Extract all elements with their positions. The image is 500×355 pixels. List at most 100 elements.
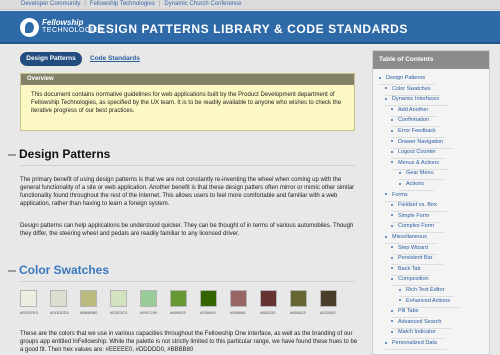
color-swatch — [230, 290, 247, 307]
toc-item[interactable]: Miscellaneous — [385, 234, 437, 244]
separator: | — [158, 1, 161, 7]
toc-item[interactable]: Actions — [399, 181, 435, 191]
toc-item-label: Pill Tabs — [398, 308, 419, 315]
toc-item[interactable]: Enhanced Actions — [399, 298, 461, 308]
table-of-contents: Table of Contents Design Patterns Color S… — [372, 50, 490, 355]
toc-item-label: Rich Text Editor — [406, 287, 445, 293]
tab-code-standards[interactable]: Code Standards — [90, 52, 140, 66]
toc-item[interactable]: Back Tab — [391, 265, 431, 276]
toc-item[interactable]: Advanced Search — [391, 319, 452, 329]
color-swatch — [260, 290, 277, 307]
link-developer-community[interactable]: Developer Community — [21, 1, 80, 7]
color-swatch-label: #99CC99 — [140, 310, 157, 315]
toc-item-label: Design Patterns — [386, 75, 426, 81]
bullet-icon — [385, 193, 387, 196]
utility-links: Developer Community | Fellowship Technolog… — [21, 1, 241, 7]
toc-item[interactable]: Error Feedback — [391, 128, 446, 138]
design-patterns-heading-text: Design Patterns — [19, 147, 111, 161]
bullet-icon — [391, 256, 393, 259]
tab-design-patterns[interactable]: Design Patterns — [20, 52, 82, 66]
page-title: DESIGN PATTERNS LIBRARY & CODE STANDARDS — [88, 22, 409, 36]
toc-divider — [385, 349, 447, 350]
toc-item-label: Forms — [392, 191, 408, 198]
bullet-icon — [391, 246, 393, 249]
toc-item[interactable]: Menus & Actions — [391, 159, 449, 170]
section-bar-icon — [8, 269, 16, 272]
toc-item-label: Back Tab — [398, 265, 421, 272]
toc-item[interactable]: Pill Tabs — [391, 308, 429, 319]
utility-bar: Developer Community | Fellowship Technolog… — [0, 0, 500, 10]
bullet-icon — [385, 235, 387, 238]
bullet-icon — [391, 267, 393, 270]
section-divider — [20, 165, 355, 166]
color-swatch-label: #333300 — [320, 310, 336, 315]
color-swatch — [320, 290, 337, 307]
toc-item[interactable]: Persistent Bar — [391, 255, 443, 266]
color-swatch-label: #DDDDD0 — [50, 310, 69, 315]
bullet-icon — [379, 76, 381, 79]
toc-item-label: Fieldset vs. Box — [398, 202, 437, 209]
link-dynamic-church-conference[interactable]: Dynamic Church Conference — [164, 1, 241, 7]
toc-item-label: Complex Form — [398, 223, 435, 230]
toc-item[interactable]: Design Patterns — [379, 75, 436, 85]
toc-item[interactable]: Simple Form — [391, 212, 440, 223]
section-bar-icon — [8, 153, 16, 156]
bullet-icon — [391, 129, 393, 132]
bullet-icon — [385, 97, 387, 100]
color-swatch-label: #336600 — [200, 310, 216, 315]
color-swatch-label: #EEEEE0 — [20, 310, 38, 315]
color-swatch-label: #669933 — [170, 310, 186, 315]
bullet-icon — [391, 320, 393, 323]
bullet-icon — [391, 118, 393, 121]
toc-item-label: Composition — [398, 276, 429, 283]
bullet-icon — [399, 182, 401, 185]
toc-item[interactable]: Complex Form — [391, 223, 445, 234]
color-swatch-label: #663333 — [260, 310, 276, 315]
toc-item-label: Add Another — [398, 106, 429, 113]
toc-item-label: Personalized Data — [392, 340, 437, 346]
fellowship-logo-icon[interactable] — [20, 18, 39, 37]
bullet-icon — [391, 330, 393, 333]
bullet-icon — [399, 299, 401, 302]
toc-item[interactable]: Add Another — [391, 106, 439, 117]
color-swatch-label: #666633 — [290, 310, 306, 315]
overview-box: Overview This document contains normativ… — [20, 73, 355, 131]
toc-item-label: Match Indicator — [398, 329, 436, 336]
bullet-icon — [391, 108, 393, 111]
bullet-icon — [391, 161, 393, 164]
toc-item[interactable]: Dynamic Interfaces — [385, 96, 450, 107]
design-patterns-paragraph-1: The primary benefit of using design patt… — [20, 177, 355, 207]
color-swatch-label: #996666 — [230, 310, 246, 315]
color-swatch — [50, 290, 67, 307]
toc-item[interactable]: Composition — [391, 276, 439, 287]
toc-item-label: Color Swatches — [392, 85, 431, 92]
toc-heading: Table of Contents — [373, 51, 489, 69]
color-swatch — [80, 290, 97, 307]
toc-item[interactable]: Drawer Navigation — [391, 139, 454, 149]
toc-item[interactable]: Forms — [385, 191, 418, 202]
toc-item[interactable]: Rich Text Editor — [399, 287, 455, 297]
overview-heading: Overview — [21, 74, 354, 85]
toc-item-label: Actions — [406, 181, 425, 187]
toc-item-label: Simple Form — [398, 212, 430, 219]
toc-item-label: Step Wizard — [398, 244, 428, 251]
bullet-icon — [385, 87, 387, 90]
toc-item-label: Menus & Actions — [398, 159, 439, 166]
color-swatch-label: #BBBB80 — [80, 310, 98, 315]
toc-item-label: Dynamic Interfaces — [392, 96, 440, 103]
overview-text: This document contains normative guideli… — [31, 92, 342, 114]
site-header: Fellowship TECHNOLOGIES DESIGN PATTERNS … — [0, 11, 500, 44]
toc-item[interactable]: Confirmation — [391, 117, 440, 128]
toc-item[interactable]: Fieldset vs. Box — [391, 202, 447, 213]
toc-item[interactable]: Personalized Data — [385, 340, 447, 350]
bullet-icon — [385, 341, 387, 344]
toc-item[interactable]: Match Indicator — [391, 329, 446, 340]
toc-item[interactable]: Color Swatches — [385, 85, 441, 96]
toc-item[interactable]: Logout Counter — [391, 149, 446, 160]
link-fellowship-technologies[interactable]: Fellowship Technologies — [90, 1, 155, 7]
toc-item[interactable]: Gear Menu — [399, 170, 444, 181]
design-patterns-heading: Design Patterns — [8, 147, 110, 161]
color-swatch — [110, 290, 127, 307]
toc-item[interactable]: Step Wizard — [391, 244, 438, 255]
color-swatches-paragraph: These are the colors that we use in vari… — [20, 331, 358, 353]
